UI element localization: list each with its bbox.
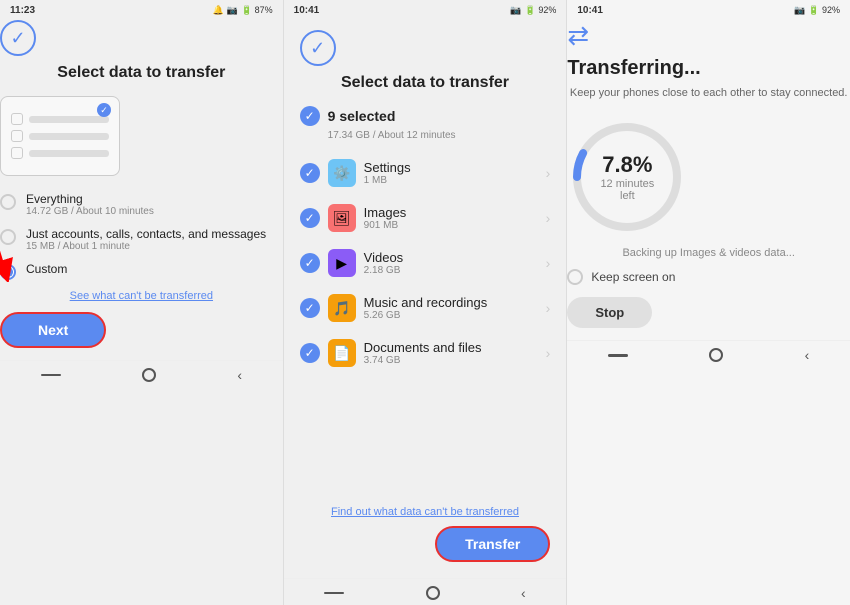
radio-label-accounts: Just accounts, calls, contacts, and mess… (26, 227, 266, 252)
stop-button[interactable]: Stop (567, 297, 652, 328)
next-button[interactable]: Next (0, 312, 106, 348)
illus-row-3 (11, 147, 109, 159)
status-time-2: 10:41 (294, 5, 320, 16)
progress-ring-container: 7.8% 12 minutes left (567, 117, 687, 237)
status-time-1: 11:23 (10, 5, 35, 16)
radio-label-everything: Everything 14.72 GB / About 10 minutes (26, 192, 154, 217)
radio-circle-everything (0, 194, 16, 210)
screen3-phone: 10:41 📷 🔋 92% ⇄ Transferring... Keep you… (567, 0, 850, 605)
illus-cb-2 (11, 130, 23, 142)
item-text-images: Images 901 MB (364, 205, 546, 231)
illus-line-1 (29, 116, 109, 123)
item-icon-docs: 📄 (328, 339, 356, 367)
radio-group: Everything 14.72 GB / About 10 minutes J… (0, 192, 283, 280)
item-chevron-music: › (546, 300, 551, 316)
item-check-settings: ✓ (300, 163, 320, 183)
item-icon-images: 🖼 (328, 204, 356, 232)
illustration-box: ✓ (0, 96, 120, 176)
item-chevron-settings: › (546, 165, 551, 181)
item-music[interactable]: ✓ 🎵 Music and recordings 5.26 GB › (300, 286, 551, 331)
item-icon-settings: ⚙️ (328, 159, 356, 187)
status-icons-1: 🔔 📷 🔋 87% (213, 5, 273, 16)
nav-back-3: ‹ (805, 347, 810, 363)
check-icon-2: ✓ (300, 30, 336, 66)
transfer-arrows-icon: ⇄ (567, 20, 850, 51)
radio-circle-accounts (0, 229, 16, 245)
item-chevron-images: › (546, 210, 551, 226)
item-videos[interactable]: ✓ ▶ Videos 2.18 GB › (300, 241, 551, 286)
item-check-images: ✓ (300, 208, 320, 228)
check-icon-1: ✓ (0, 20, 36, 56)
item-docs[interactable]: ✓ 📄 Documents and files 3.74 GB › (300, 331, 551, 376)
nav-back-1: ‹ (237, 367, 242, 383)
screen2-title: Select data to transfer (300, 74, 551, 92)
transferring-subtitle: Keep your phones close to each other to … (567, 86, 850, 101)
illus-row-1 (11, 113, 109, 125)
item-check-videos: ✓ (300, 253, 320, 273)
screen2-content: ✓ Select data to transfer ✓ 9 selected 1… (284, 20, 567, 578)
backing-text: Backing up Images & videos data... (567, 247, 850, 259)
selected-count: 9 selected (328, 108, 396, 124)
item-text-settings: Settings 1 MB (364, 160, 546, 186)
illus-line-2 (29, 133, 109, 140)
keep-screen-row[interactable]: Keep screen on (567, 269, 850, 285)
item-text-music: Music and recordings 5.26 GB (364, 295, 546, 321)
nav-menu-1 (41, 374, 61, 377)
find-link[interactable]: Find out what data can't be transferred (300, 498, 551, 526)
item-text-videos: Videos 2.18 GB (364, 250, 546, 276)
keep-screen-radio[interactable] (567, 269, 583, 285)
nav-back-2: ‹ (521, 585, 526, 601)
radio-circle-custom (0, 264, 16, 280)
item-check-docs: ✓ (300, 343, 320, 363)
radio-label-custom: Custom (26, 262, 67, 276)
screen1-phone: 11:23 🔔 📷 🔋 87% ✓ Select data to transfe… (0, 0, 284, 605)
status-bar-2: 10:41 📷 🔋 92% (284, 0, 567, 20)
screen2-phone: 10:41 📷 🔋 92% ✓ Select data to transfer … (284, 0, 568, 605)
see-link[interactable]: See what can't be transferred (0, 290, 283, 302)
progress-text: 7.8% 12 minutes left (597, 152, 657, 202)
transfer-button[interactable]: Transfer (435, 526, 550, 562)
illus-line-3 (29, 150, 109, 157)
illus-cb-3 (11, 147, 23, 159)
screen1-content: ✓ Select data to transfer ✓ Ever (0, 20, 283, 360)
nav-menu-3 (608, 354, 628, 357)
item-chevron-docs: › (546, 345, 551, 361)
keep-screen-label: Keep screen on (591, 270, 675, 284)
bottom-nav-2: ‹ (284, 578, 567, 605)
radio-everything[interactable]: Everything 14.72 GB / About 10 minutes (0, 192, 283, 217)
nav-menu-2 (324, 592, 344, 595)
illus-cb-1 (11, 113, 23, 125)
status-time-3: 10:41 (577, 5, 603, 16)
item-text-docs: Documents and files 3.74 GB (364, 340, 546, 366)
bottom-nav-1: ‹ (0, 360, 283, 387)
selected-check-icon: ✓ (300, 106, 320, 126)
item-settings[interactable]: ✓ ⚙️ Settings 1 MB › (300, 151, 551, 196)
progress-percent: 7.8% (597, 152, 657, 178)
radio-custom[interactable]: Custom (0, 262, 283, 280)
item-icon-videos: ▶ (328, 249, 356, 277)
nav-home-2 (426, 586, 440, 600)
bottom-nav-3: ‹ (567, 340, 850, 367)
selected-sub: 17.34 GB / About 12 minutes (328, 130, 551, 141)
selected-header: ✓ 9 selected (300, 106, 551, 126)
nav-home-1 (142, 368, 156, 382)
screen3-content: ⇄ Transferring... Keep your phones close… (567, 20, 850, 340)
status-icons-2: 📷 🔋 92% (510, 5, 556, 16)
progress-time-left: 12 minutes left (597, 178, 657, 202)
transferring-title: Transferring... (567, 57, 850, 80)
item-chevron-videos: › (546, 255, 551, 271)
illus-check: ✓ (97, 103, 111, 117)
radio-accounts[interactable]: Just accounts, calls, contacts, and mess… (0, 227, 283, 252)
status-icons-3: 📷 🔋 92% (794, 5, 840, 16)
status-bar-3: 10:41 📷 🔋 92% (567, 0, 850, 20)
screen1-title: Select data to transfer (0, 64, 283, 82)
nav-home-3 (709, 348, 723, 362)
item-icon-music: 🎵 (328, 294, 356, 322)
status-bar-1: 11:23 🔔 📷 🔋 87% (0, 0, 283, 20)
item-check-music: ✓ (300, 298, 320, 318)
illus-row-2 (11, 130, 109, 142)
item-images[interactable]: ✓ 🖼 Images 901 MB › (300, 196, 551, 241)
